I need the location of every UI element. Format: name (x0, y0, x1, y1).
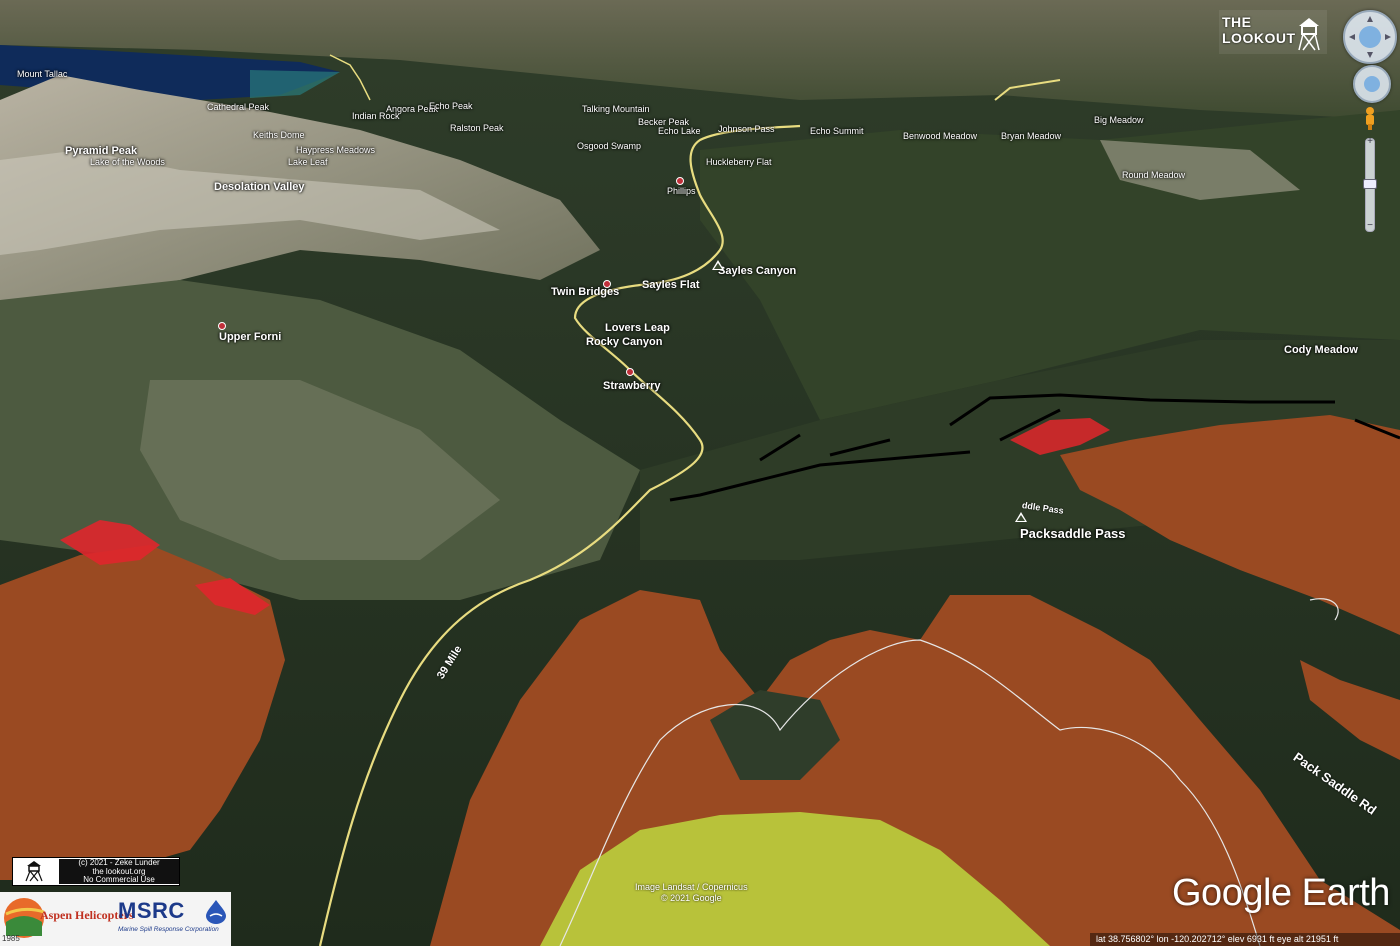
peak-marker-packsaddle-pass[interactable] (1015, 512, 1027, 522)
zoom-knob[interactable] (1363, 179, 1377, 189)
label-huckleberry-flat: Huckleberry Flat (706, 157, 772, 167)
label-sayles-canyon: Sayles Canyon (718, 265, 797, 277)
marker-strawberry[interactable] (626, 368, 634, 376)
label-ralston-peak: Ralston Peak (450, 123, 504, 133)
peak-marker-sayles-canyon[interactable] (712, 260, 724, 270)
label-mount-tallac: Mount Tallac (17, 69, 68, 79)
lookout-logo-line2: LOOKOUT (1222, 30, 1296, 46)
label-desolation-valley: Desolation Valley (214, 181, 305, 193)
label-echo-peak: Echo Peak (429, 101, 473, 111)
look-joystick[interactable] (1343, 10, 1397, 64)
label-round-meadow: Round Meadow (1122, 170, 1186, 180)
copyright-box: (c) 2021 - Zeke Lunder the lookout.org N… (12, 857, 180, 886)
label-big-meadow: Big Meadow (1094, 115, 1144, 125)
zoom-out-icon[interactable]: − (1365, 221, 1375, 231)
label-pyramid-peak: Pyramid Peak (65, 145, 138, 157)
label-haypress-meadows: Haypress Meadows (296, 145, 376, 155)
label-bryan-meadow: Bryan Meadow (1001, 131, 1062, 141)
zoom-slider[interactable]: + − (1363, 137, 1377, 232)
lookout-tower-icon (1298, 18, 1320, 51)
label-twin-bridges: Twin Bridges (551, 286, 620, 298)
label-echo-lake: Echo Lake (658, 126, 701, 136)
tower-icon (25, 861, 43, 882)
imagery-credit-line2: © 2021 Google (660, 893, 722, 903)
label-johnson-pass: Johnson Pass (718, 124, 775, 134)
label-strawberry: Strawberry (603, 380, 661, 392)
label-upper-forni: Upper Forni (219, 331, 282, 343)
lookout-logo-line1: THE (1222, 14, 1252, 30)
imagery-credit-line1: Image Landsat / Copernicus (635, 882, 748, 892)
label-keiths-dome: Keiths Dome (253, 130, 305, 140)
move-center-icon (1364, 76, 1380, 92)
move-joystick[interactable] (1353, 65, 1391, 103)
label-cody-meadow: Cody Meadow (1284, 344, 1358, 356)
label-rocky-canyon: Rocky Canyon (586, 336, 663, 348)
sponsor-logos: Aspen Helicopters 1985 MSRC Marine Spill… (0, 892, 231, 946)
copyright-line3: No Commercial Use (83, 875, 155, 884)
label-sayles-flat: Sayles Flat (642, 279, 700, 291)
label-packsaddle-pass: Packsaddle Pass (1020, 526, 1126, 541)
marker-phillips[interactable] (676, 177, 684, 185)
label-echo-summit: Echo Summit (810, 126, 864, 136)
label-benwood-meadow: Benwood Meadow (903, 131, 978, 141)
aspen-year: 1985 (2, 934, 20, 943)
imagery-credit: Image Landsat / Copernicus © 2021 Google (635, 882, 748, 904)
label-cathedral-peak: Cathedral Peak (207, 102, 270, 112)
label-talking-mountain: Talking Mountain (582, 104, 650, 114)
compass-arrows-icon (1349, 16, 1391, 58)
label-osgood-swamp: Osgood Swamp (577, 141, 642, 151)
lookout-logo: THE LOOKOUT (1219, 10, 1327, 54)
copyright-text: (c) 2021 - Zeke Lunder the lookout.org N… (59, 858, 179, 884)
msrc-text: MSRC (118, 898, 185, 923)
marker-upper-forni[interactable] (218, 322, 226, 330)
lookout-logo-text: THE LOOKOUT (1222, 14, 1296, 46)
label-phillips: Phillips (667, 186, 696, 196)
status-bar: lat 38.756802° lon -120.202712° elev 693… (1090, 933, 1400, 946)
zoom-in-icon[interactable]: + (1365, 137, 1375, 147)
msrc-drop-icon (206, 900, 226, 924)
terrain-scene[interactable] (0, 0, 1400, 946)
street-view-pegman-icon[interactable] (1363, 106, 1377, 130)
label-lovers-leap: Lovers Leap (605, 322, 670, 334)
google-earth-logo: Google Earth (1172, 872, 1390, 914)
label-indian-rock: Indian Rock (352, 111, 400, 121)
label-lake-leaf: Lake Leaf (288, 157, 328, 167)
label-lake-of-the-woods: Lake of the Woods (90, 157, 165, 167)
msrc-subtitle: Marine Spill Response Corporation (118, 926, 219, 933)
marker-twin-bridges[interactable] (603, 280, 611, 288)
